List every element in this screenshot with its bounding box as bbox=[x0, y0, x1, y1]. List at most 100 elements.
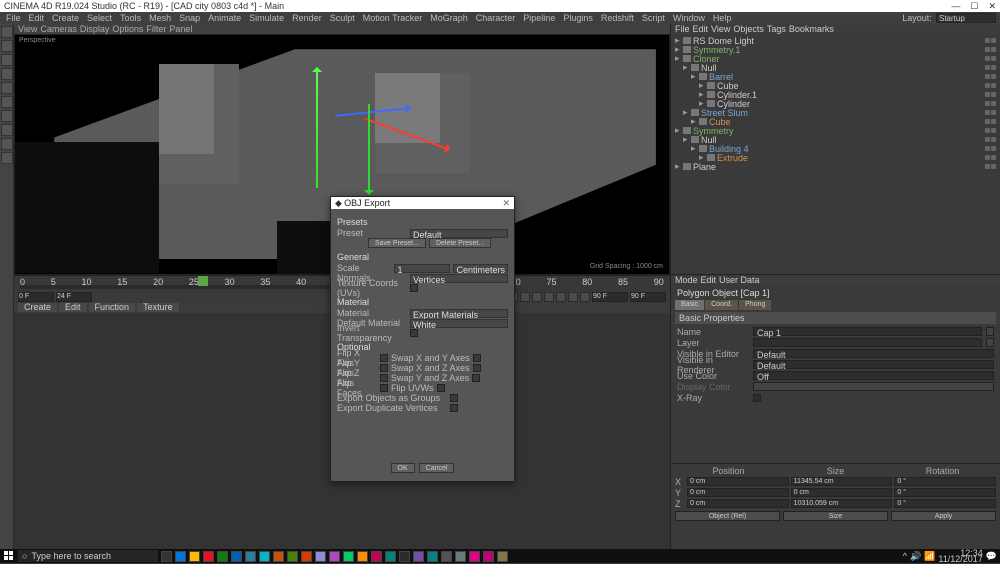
object-visibility-dots[interactable] bbox=[985, 92, 996, 97]
scale-unit-dropdown[interactable]: Centimeters bbox=[453, 264, 508, 273]
vp-menu-cameras[interactable]: Cameras bbox=[40, 24, 77, 34]
autokey-button[interactable] bbox=[520, 292, 530, 302]
taskbar-app[interactable] bbox=[483, 551, 494, 562]
attr-menu-userdata[interactable]: User Data bbox=[719, 275, 760, 285]
key-param-button[interactable] bbox=[568, 292, 578, 302]
coord-rotation-input[interactable]: 0 ° bbox=[894, 488, 996, 497]
gizmo-y-axis-secondary[interactable] bbox=[368, 104, 370, 194]
object-tree-item[interactable]: ▸Symmetry.1 bbox=[671, 45, 1000, 54]
taskbar-taskview[interactable] bbox=[161, 551, 172, 562]
object-tree-item[interactable]: ▸Cloner bbox=[671, 54, 1000, 63]
taskbar-app[interactable] bbox=[217, 551, 228, 562]
coord-rotation-input[interactable]: 0 ° bbox=[894, 499, 996, 508]
object-visibility-dots[interactable] bbox=[985, 47, 996, 52]
material-dropdown[interactable]: Export Materials bbox=[410, 309, 508, 318]
taskbar-app-c4d[interactable] bbox=[441, 551, 452, 562]
tool-model[interactable] bbox=[1, 82, 13, 94]
menu-motiontracker[interactable]: Motion Tracker bbox=[361, 13, 425, 23]
taskbar-app[interactable] bbox=[273, 551, 284, 562]
attr-displaycolor-swatch[interactable] bbox=[753, 382, 994, 391]
object-visibility-dots[interactable] bbox=[985, 65, 996, 70]
menu-create[interactable]: Create bbox=[50, 13, 81, 23]
flipuvw-checkbox[interactable] bbox=[437, 384, 445, 392]
tool-edges[interactable] bbox=[1, 138, 13, 150]
expand-icon[interactable]: ▸ bbox=[691, 143, 699, 154]
flipy-checkbox[interactable] bbox=[380, 364, 388, 372]
menu-window[interactable]: Window bbox=[671, 13, 707, 23]
attr-tab-coord[interactable]: Coord. bbox=[705, 300, 738, 310]
menu-tools[interactable]: Tools bbox=[118, 13, 143, 23]
start-button[interactable] bbox=[3, 550, 15, 562]
taskbar-app[interactable] bbox=[399, 551, 410, 562]
taskbar-app[interactable] bbox=[203, 551, 214, 562]
attr-menu-mode[interactable]: Mode bbox=[675, 275, 698, 285]
notifications-icon[interactable]: 💬 bbox=[986, 551, 997, 562]
current-frame-input[interactable] bbox=[56, 292, 92, 302]
tool-scale[interactable] bbox=[1, 54, 13, 66]
normals-dropdown[interactable]: Vertices bbox=[410, 274, 508, 283]
menu-mograph[interactable]: MoGraph bbox=[428, 13, 470, 23]
mat-tab-texture[interactable]: Texture bbox=[137, 303, 179, 312]
range-end-input[interactable] bbox=[592, 292, 628, 302]
expand-icon[interactable]: ▸ bbox=[683, 134, 691, 145]
attr-layer-input[interactable] bbox=[753, 338, 982, 347]
expand-icon[interactable]: ▸ bbox=[675, 53, 683, 64]
mat-tab-create[interactable]: Create bbox=[18, 303, 57, 312]
coord-size-input[interactable]: 10310.059 cm bbox=[791, 499, 893, 508]
vp-menu-options[interactable]: Options bbox=[112, 24, 143, 34]
mat-tab-function[interactable]: Function bbox=[89, 303, 136, 312]
object-tree-item[interactable]: ▸Extrude bbox=[671, 153, 1000, 162]
key-scale-button[interactable] bbox=[544, 292, 554, 302]
cancel-button[interactable]: Cancel bbox=[419, 463, 455, 473]
gizmo-y-axis[interactable] bbox=[316, 68, 318, 188]
menu-redshift[interactable]: Redshift bbox=[599, 13, 636, 23]
attr-name-spin[interactable] bbox=[986, 327, 994, 336]
menu-render[interactable]: Render bbox=[290, 13, 324, 23]
coord-position-input[interactable]: 0 cm bbox=[687, 477, 789, 486]
menu-simulate[interactable]: Simulate bbox=[247, 13, 286, 23]
taskbar-app[interactable] bbox=[329, 551, 340, 562]
taskbar-app[interactable] bbox=[371, 551, 382, 562]
tool-move[interactable] bbox=[1, 40, 13, 52]
attr-name-input[interactable]: Cap 1 bbox=[753, 327, 982, 336]
expand-icon[interactable]: ▸ bbox=[683, 107, 691, 118]
coord-size-dropdown[interactable]: Size bbox=[783, 511, 888, 521]
coord-size-input[interactable]: 11345.54 cm bbox=[791, 477, 893, 486]
tray-chevron-up-icon[interactable]: ^ bbox=[903, 551, 907, 561]
default-material-dropdown[interactable]: White bbox=[410, 319, 508, 328]
taskbar-app[interactable] bbox=[231, 551, 242, 562]
swapxy-checkbox[interactable] bbox=[473, 354, 481, 362]
object-manager-tree[interactable]: ▸RS Dome Light▸Symmetry.1▸Cloner▸Null▸Ba… bbox=[671, 34, 1000, 274]
object-visibility-dots[interactable] bbox=[985, 74, 996, 79]
mat-tab-edit[interactable]: Edit bbox=[59, 303, 87, 312]
invert-transparency-checkbox[interactable] bbox=[410, 329, 418, 337]
object-visibility-dots[interactable] bbox=[985, 164, 996, 169]
attr-vis-editor-dropdown[interactable]: Default bbox=[753, 349, 994, 358]
expand-icon[interactable]: ▸ bbox=[675, 125, 683, 136]
coord-rotation-input[interactable]: 0 ° bbox=[894, 477, 996, 486]
key-pos-button[interactable] bbox=[532, 292, 542, 302]
menu-file[interactable]: File bbox=[4, 13, 23, 23]
menu-help[interactable]: Help bbox=[711, 13, 734, 23]
vp-menu-view[interactable]: View bbox=[18, 24, 37, 34]
taskbar-app[interactable] bbox=[385, 551, 396, 562]
scale-input[interactable]: 1 bbox=[394, 264, 450, 273]
key-pla-button[interactable] bbox=[580, 292, 590, 302]
attr-xray-checkbox[interactable] bbox=[753, 394, 761, 402]
minimize-button[interactable]: — bbox=[951, 1, 960, 12]
flipx-checkbox[interactable] bbox=[380, 354, 388, 362]
taskbar-app[interactable] bbox=[287, 551, 298, 562]
taskbar-app[interactable] bbox=[427, 551, 438, 562]
coord-apply-button[interactable]: Apply bbox=[891, 511, 996, 521]
layout-dropdown[interactable] bbox=[936, 13, 996, 23]
timeline-playhead[interactable] bbox=[198, 276, 208, 286]
taskbar-app[interactable] bbox=[455, 551, 466, 562]
menu-character[interactable]: Character bbox=[474, 13, 518, 23]
taskbar-app[interactable] bbox=[413, 551, 424, 562]
taskbar-app-explorer[interactable] bbox=[189, 551, 200, 562]
taskbar-clock[interactable]: 12:34 11/12/2017 bbox=[938, 550, 982, 562]
object-visibility-dots[interactable] bbox=[985, 83, 996, 88]
obj-menu-file[interactable]: File bbox=[675, 24, 690, 34]
tray-volume-icon[interactable]: 🔊 bbox=[910, 551, 921, 562]
obj-menu-tags[interactable]: Tags bbox=[767, 24, 786, 34]
